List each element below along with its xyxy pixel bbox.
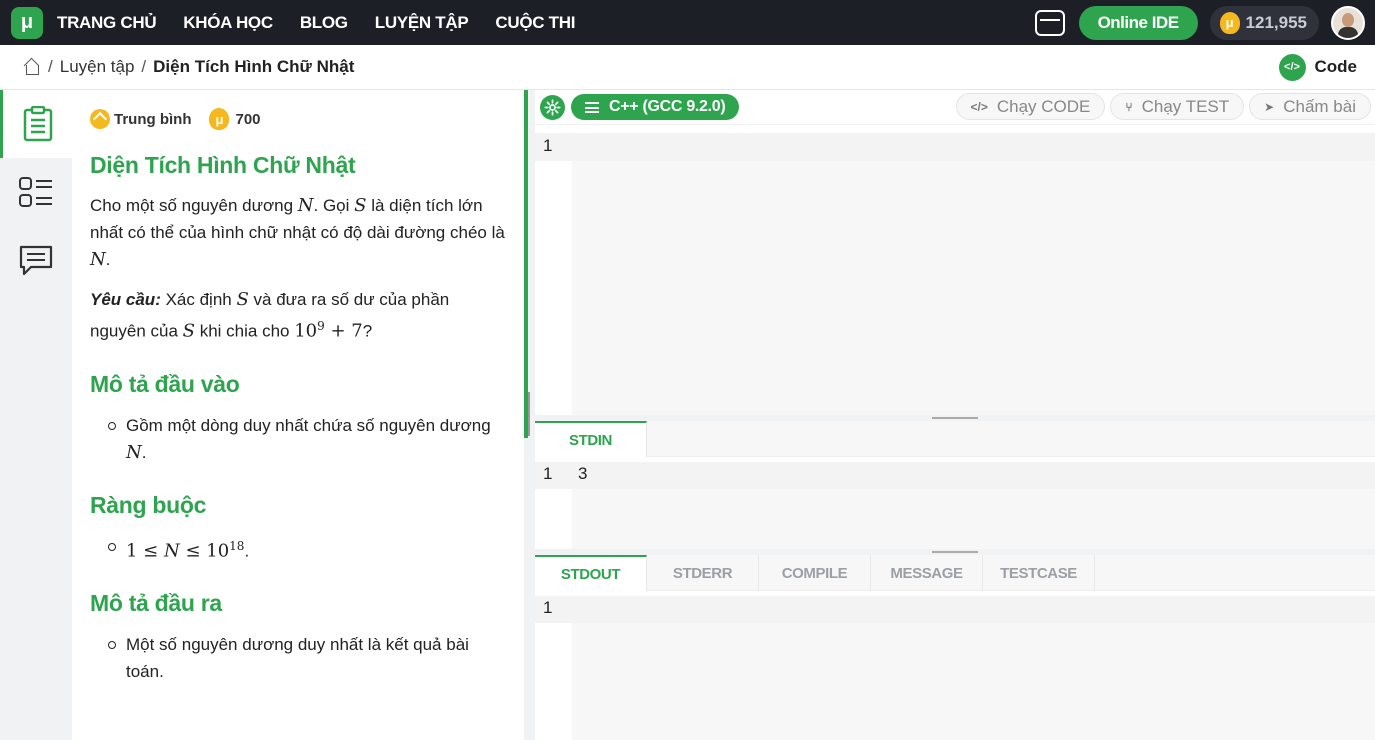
submit-button[interactable]: ➤ Chấm bài — [1249, 93, 1371, 120]
input-heading: Mô tả đầu vào — [90, 370, 240, 397]
list-item: Gồm một dòng duy nhất chứa số nguyên dươ… — [90, 412, 506, 466]
tab-message[interactable]: MESSAGE — [871, 555, 983, 591]
coin-icon: μ — [1219, 11, 1240, 34]
output-tabs: STDOUT STDERR COMPILE MESSAGE TESTCASE — [535, 555, 1375, 591]
rail-problem[interactable] — [0, 90, 72, 158]
action-buttons: </> Chạy CODE ⑂ Chạy TEST ➤ Chấm bài — [951, 93, 1371, 120]
line-number: 1 — [543, 598, 553, 617]
tab-stdin[interactable]: STDIN — [535, 421, 647, 457]
list-item: Một số nguyên dương duy nhất là kết quả … — [90, 631, 506, 685]
branch-icon: ⑂ — [1125, 99, 1133, 114]
points-value: 700 — [235, 110, 261, 128]
coin-icon: μ — [209, 108, 230, 130]
scroll-indicator — [524, 90, 528, 438]
top-navbar: μ TRANG CHỦ KHÓA HỌC BLOG LUYỆN TẬP CUỘC… — [0, 0, 1375, 45]
breadcrumb-practice[interactable]: Luyện tập — [60, 57, 135, 77]
active-line — [535, 596, 1375, 623]
user-area: Online IDE μ 121,955 — [1034, 0, 1365, 45]
coin-count: 121,955 — [1245, 12, 1307, 32]
nav-blog[interactable]: BLOG — [300, 13, 348, 33]
tab-stdout[interactable]: STDOUT — [535, 555, 647, 591]
code-icon: </> — [970, 99, 988, 114]
breadcrumb: / Luyện tập / Diện Tích Hình Chữ Nhật </… — [0, 45, 1375, 90]
input-background — [572, 489, 1375, 549]
output-heading: Mô tả đầu ra — [90, 590, 222, 617]
stdin-value: 3 — [578, 464, 588, 483]
points-badge: μ 700 — [209, 108, 261, 130]
problem-meta: Trung bình μ 700 — [90, 108, 506, 130]
stdin-tabs: STDIN — [535, 421, 1375, 457]
code-icon: </> — [1278, 53, 1306, 81]
nav-home[interactable]: TRANG CHỦ — [57, 13, 157, 33]
code-background — [572, 161, 1375, 415]
active-line — [535, 133, 1375, 161]
avatar[interactable] — [1331, 5, 1365, 40]
output-list: Một số nguyên dương duy nhất là kết quả … — [90, 631, 506, 685]
constraint-list: 1 ≤ N ≤ 1018. — [90, 533, 506, 565]
nav-courses[interactable]: KHÓA HỌC — [183, 13, 273, 33]
breadcrumb-current: Diện Tích Hình Chữ Nhật — [153, 57, 355, 76]
menu-icon — [585, 101, 599, 113]
difficulty-icon — [90, 109, 110, 129]
editor-toolbar: C++ (GCC 9.2.0) </> Chạy CODE ⑂ Chạy TES… — [535, 90, 1375, 125]
code-editor[interactable]: 1 — [535, 126, 1375, 415]
tab-compile[interactable]: COMPILE — [759, 555, 871, 591]
constraint-heading: Ràng buộc — [90, 491, 207, 518]
drag-handle[interactable] — [528, 392, 530, 436]
home-icon[interactable] — [24, 59, 41, 76]
rail-comments[interactable] — [0, 226, 72, 294]
run-code-button[interactable]: </> Chạy CODE — [955, 93, 1106, 120]
problem-requirement: Yêu cầu: Xác định S và đưa ra số dư của … — [90, 289, 450, 342]
active-line — [535, 462, 1375, 489]
nav-contests[interactable]: CUỘC THI — [495, 13, 575, 33]
breadcrumb-separator: / — [48, 57, 53, 76]
gear-icon — [544, 98, 561, 116]
comment-icon — [19, 245, 53, 276]
difficulty-label: Trung bình — [114, 110, 192, 128]
language-select[interactable]: C++ (GCC 9.2.0) — [571, 94, 740, 120]
breadcrumb-separator: / — [141, 57, 147, 76]
online-ide-button[interactable]: Online IDE — [1078, 5, 1198, 40]
side-rail — [0, 90, 72, 740]
site-logo[interactable]: μ — [11, 6, 43, 39]
clipboard-icon — [23, 106, 52, 142]
problem-title: Diện Tích Hình Chữ Nhật — [90, 152, 356, 178]
line-number: 1 — [543, 464, 553, 483]
main-nav: TRANG CHỦ KHÓA HỌC BLOG LUYỆN TẬP CUỘC T… — [57, 13, 602, 33]
run-test-button[interactable]: ⑂ Chạy TEST — [1110, 93, 1245, 120]
output-background — [572, 623, 1375, 740]
stdin-input[interactable]: 1 3 — [535, 457, 1375, 549]
problem-statement: Cho một số nguyên dương N. Gọi S là diện… — [90, 195, 505, 270]
panel-splitter[interactable] — [524, 90, 535, 740]
settings-button[interactable] — [540, 94, 565, 120]
send-icon: ➤ — [1264, 99, 1275, 114]
problem-panel: Trung bình μ 700 Diện Tích Hình Chữ Nhật… — [72, 90, 524, 740]
drag-handle[interactable] — [932, 551, 978, 553]
input-list: Gồm một dòng duy nhất chứa số nguyên dươ… — [90, 412, 506, 466]
nav-practice[interactable]: LUYỆN TẬP — [375, 13, 469, 33]
line-number: 1 — [543, 136, 553, 155]
tab-stderr[interactable]: STDERR — [647, 555, 759, 591]
coin-balance[interactable]: μ 121,955 — [1209, 5, 1319, 40]
list-item: 1 ≤ N ≤ 1018. — [90, 533, 506, 565]
stdout-output: 1 — [535, 591, 1375, 740]
store-icon[interactable] — [1034, 9, 1065, 36]
editor-area: C++ (GCC 9.2.0) </> Chạy CODE ⑂ Chạy TES… — [535, 90, 1375, 740]
code-label: Code — [1314, 57, 1358, 76]
code-link[interactable]: </> Code — [1278, 53, 1358, 81]
tab-testcase[interactable]: TESTCASE — [983, 555, 1095, 591]
list-icon — [19, 177, 52, 207]
drag-handle[interactable] — [932, 417, 978, 419]
rail-submissions[interactable] — [0, 158, 72, 226]
